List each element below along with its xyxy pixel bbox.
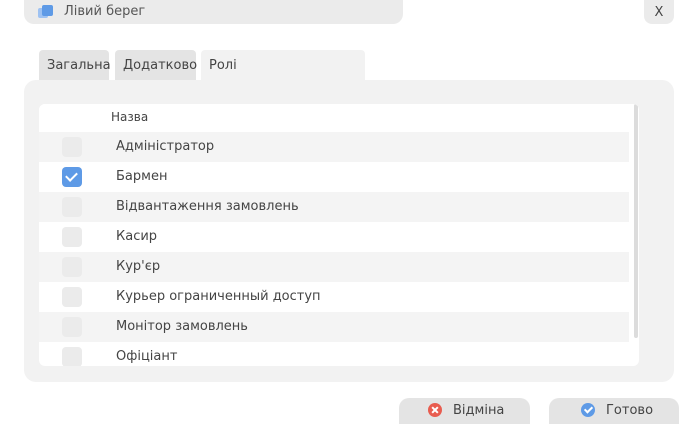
table-row[interactable]: Офіціант — [39, 342, 629, 366]
role-checkbox[interactable] — [62, 167, 82, 187]
role-checkbox[interactable] — [62, 137, 82, 157]
tab-roles[interactable]: Ролі — [201, 50, 365, 81]
role-checkbox[interactable] — [62, 347, 82, 366]
role-label: Адміністратор — [116, 139, 215, 154]
cancel-button-label: Відміна — [453, 403, 505, 418]
tab-general[interactable]: Загальна — [39, 50, 111, 81]
app-windows-icon — [38, 5, 54, 21]
column-header-name: Назва — [111, 110, 149, 124]
table-row[interactable]: Відвантаження замовлень — [39, 192, 629, 222]
table-row[interactable]: Курьер ограниченный доступ — [39, 282, 629, 312]
check-circle-icon — [581, 403, 595, 417]
table-row[interactable]: Монітор замовлень — [39, 312, 629, 342]
checkmark-icon — [65, 169, 78, 182]
role-label: Монітор замовлень — [116, 319, 248, 334]
table-row[interactable]: Адміністратор — [39, 132, 629, 162]
ok-button-label: Готово — [606, 403, 654, 418]
dialog-window: Лівий берег X Загальна Додатково Ролі На… — [0, 0, 700, 424]
table-header: Назва — [39, 104, 629, 132]
roles-table: Назва Адміністратор Бармен Відвантаження… — [39, 104, 639, 366]
roles-panel: Назва Адміністратор Бармен Відвантаження… — [24, 80, 674, 382]
window-title: Лівий берег — [64, 4, 146, 19]
table-row[interactable]: Кур'єр — [39, 252, 629, 282]
table-scrollbar[interactable] — [634, 104, 638, 338]
role-label: Курьер ограниченный доступ — [116, 289, 321, 304]
cancel-circle-icon — [428, 403, 442, 417]
role-label: Касир — [116, 229, 158, 244]
role-label: Офіціант — [116, 349, 178, 364]
ok-button[interactable]: Готово — [549, 398, 679, 424]
table-row[interactable]: Касир — [39, 222, 629, 252]
role-label: Відвантаження замовлень — [116, 199, 299, 214]
role-label: Бармен — [116, 169, 168, 184]
title-bar: Лівий берег — [24, 0, 403, 24]
role-label: Кур'єр — [116, 259, 161, 274]
tab-additional[interactable]: Додатково — [115, 50, 197, 81]
role-checkbox[interactable] — [62, 227, 82, 247]
role-checkbox[interactable] — [62, 317, 82, 337]
close-button[interactable]: X — [644, 0, 674, 24]
cancel-button[interactable]: Відміна — [399, 398, 530, 424]
role-checkbox[interactable] — [62, 197, 82, 217]
role-checkbox[interactable] — [62, 287, 82, 307]
table-row[interactable]: Бармен — [39, 162, 629, 192]
role-checkbox[interactable] — [62, 257, 82, 277]
